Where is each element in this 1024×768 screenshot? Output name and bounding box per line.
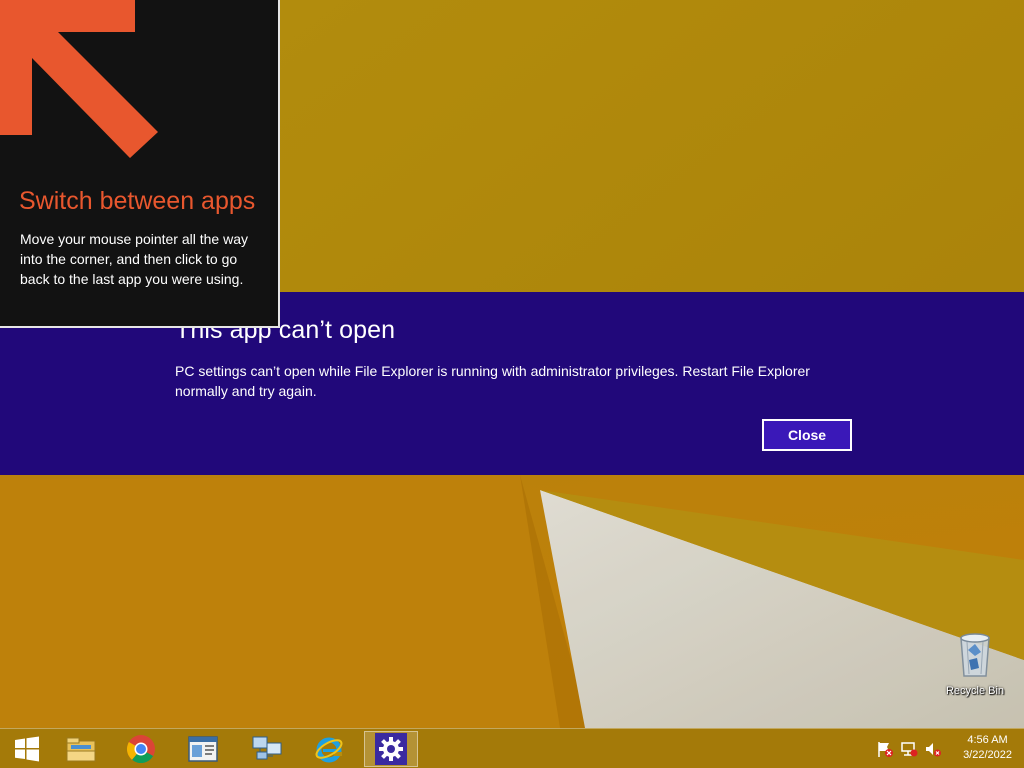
system-tray: 4:56 AM 3/22/2022 (854, 729, 1024, 768)
corner-arrow-icon (0, 0, 158, 158)
window-icon (188, 736, 218, 762)
chrome-button[interactable] (114, 731, 168, 767)
recycle-bin-shortcut[interactable]: Recycle Bin (936, 630, 1014, 697)
recycle-bin-icon (960, 633, 990, 677)
remote-desktop-button[interactable] (240, 731, 294, 767)
tip-body: Move your mouse pointer all the way into… (20, 231, 248, 287)
taskbar: 4:56 AM 3/22/2022 (0, 728, 1024, 768)
chrome-icon (126, 735, 155, 764)
dialog-message: PC settings can’t open while File Explor… (175, 363, 810, 399)
start-button[interactable] (0, 731, 54, 767)
tip-title: Switch between apps (19, 187, 256, 215)
internet-explorer-button[interactable] (302, 731, 356, 767)
action-center-flag-icon[interactable] (876, 740, 894, 763)
recycle-bin-label: Recycle Bin (945, 685, 1005, 697)
internet-explorer-icon (315, 737, 343, 763)
switch-apps-tip-panel: Switch between apps Move your mouse poin… (0, 0, 280, 328)
network-icon[interactable] (900, 740, 918, 763)
clock-time: 4:56 AM (967, 734, 1008, 746)
file-explorer-button[interactable] (54, 731, 108, 767)
folder-icon (66, 737, 96, 762)
app-window-button[interactable] (176, 731, 230, 767)
taskbar-clock[interactable]: 4:56 AM 3/22/2022 (963, 733, 1012, 763)
gear-icon (379, 737, 403, 761)
network-computer-icon (252, 736, 282, 760)
clock-date: 3/22/2022 (963, 749, 1012, 761)
volume-muted-icon[interactable] (924, 740, 942, 763)
pc-settings-button[interactable] (364, 731, 418, 767)
close-button[interactable]: Close (762, 419, 852, 451)
desktop-screen: Recycle Bin This app can’t open PC setti… (0, 0, 1024, 768)
windows-logo-icon (15, 736, 39, 762)
